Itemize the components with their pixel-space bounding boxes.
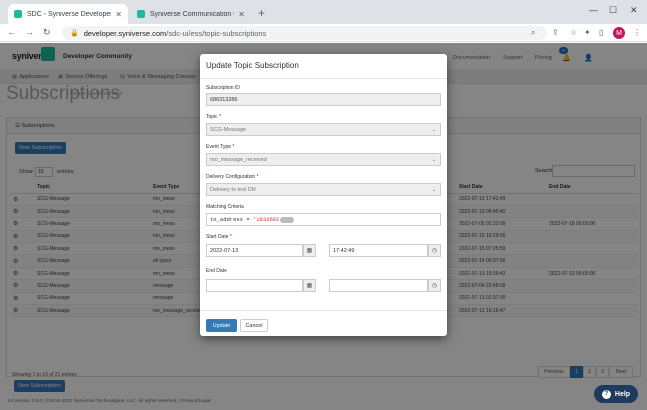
- subscription-id-field: 686313286: [206, 93, 441, 106]
- event-type-value: mo_message_received: [210, 156, 267, 163]
- event-type-label: Event Type *: [206, 144, 234, 150]
- subscription-id-label: Subscription ID: [206, 85, 240, 91]
- required-mark: *: [256, 174, 259, 180]
- redacted-mark: [280, 216, 295, 223]
- delivery-config-label-text: Delivery Configuration: [206, 174, 256, 180]
- url-host: developer.syniverse.com: [83, 28, 167, 38]
- close-tab-icon[interactable]: ✕: [115, 10, 122, 19]
- event-type-select[interactable]: mo_message_received ⌄: [206, 153, 441, 166]
- extensions-icon[interactable]: ✦: [584, 28, 591, 37]
- maximize-icon[interactable]: ☐: [609, 5, 617, 16]
- tab-title: SDC - Syniverse Developer Comm: [27, 10, 112, 18]
- topic-select[interactable]: SCG-Message ⌄: [206, 123, 441, 136]
- modal-title: Update Topic Subscription: [206, 61, 299, 70]
- calendar-icon[interactable]: ▦: [303, 244, 316, 257]
- help-button[interactable]: ? Help: [594, 385, 638, 403]
- end-time-input[interactable]: [329, 279, 428, 292]
- required-mark: *: [219, 114, 222, 120]
- browser-tab-sdc[interactable]: SDC - Syniverse Developer Comm ✕: [8, 4, 128, 24]
- topic-label: Topic *: [206, 114, 221, 120]
- criteria-operator: =: [246, 216, 250, 223]
- topic-label-text: Topic: [206, 114, 218, 120]
- clock-icon[interactable]: ◷: [428, 244, 441, 257]
- chevron-down-icon: ⌄: [431, 157, 436, 163]
- syniverse-favicon-icon: [137, 10, 145, 18]
- delivery-config-label: Delivery Configuration *: [206, 174, 259, 180]
- chevron-down-icon: ⌄: [431, 127, 436, 133]
- url-path: /sdc-ui/ess/topic-subscriptions: [166, 28, 267, 38]
- required-mark: *: [232, 144, 235, 150]
- end-date-label: End Date: [206, 268, 227, 274]
- cancel-button[interactable]: Cancel: [240, 319, 268, 332]
- criteria-key: to_address: [210, 216, 244, 223]
- forward-icon[interactable]: →: [25, 27, 34, 37]
- address-bar[interactable]: 🔒 developer.syniverse.com/sdc-ui/ess/top…: [62, 26, 547, 40]
- modal-footer: Update Cancel: [200, 310, 447, 336]
- required-mark: *: [229, 234, 232, 240]
- calendar-icon[interactable]: ▦: [303, 279, 316, 292]
- delivery-config-select[interactable]: Delivery to test DR ⌄: [206, 183, 441, 196]
- criteria-value: '1833662: [252, 216, 280, 223]
- start-date-input[interactable]: 2022-07-13: [206, 244, 303, 257]
- new-tab-icon[interactable]: +: [258, 6, 265, 20]
- update-button[interactable]: Update: [206, 319, 237, 332]
- close-tab-icon[interactable]: ✕: [238, 10, 245, 19]
- topic-value: SCG-Message: [210, 126, 247, 133]
- reload-icon[interactable]: ↻: [43, 27, 51, 38]
- modal-header: Update Topic Subscription: [200, 54, 447, 79]
- profile-avatar[interactable]: M: [613, 27, 625, 39]
- start-time-input[interactable]: 17:42:49: [329, 244, 428, 257]
- menu-icon[interactable]: ⋮: [633, 28, 641, 37]
- matching-criteria-input[interactable]: to_address = '1833662: [206, 213, 441, 226]
- chevron-down-icon: ⌄: [431, 187, 436, 193]
- update-subscription-modal: Update Topic Subscription Subscription I…: [200, 54, 447, 336]
- lock-icon: 🔒: [70, 30, 79, 37]
- event-type-label-text: Event Type: [206, 144, 231, 150]
- syniverse-favicon-icon: [14, 10, 22, 18]
- help-label: Help: [614, 390, 631, 398]
- clock-icon[interactable]: ◷: [428, 279, 441, 292]
- browser-tabstrip: SDC - Syniverse Developer Comm ✕ Syniver…: [0, 0, 647, 24]
- matching-criteria-label: Matching Criteria: [206, 204, 244, 210]
- minimize-icon[interactable]: —: [589, 5, 598, 15]
- end-date-input[interactable]: [206, 279, 303, 292]
- delivery-config-value: Delivery to test DR: [210, 186, 256, 193]
- browser-tab-scg[interactable]: Syniverse Communication Gatew ✕: [131, 4, 251, 24]
- close-window-icon[interactable]: ✕: [630, 5, 638, 16]
- question-icon: ?: [601, 389, 611, 399]
- start-date-label: Start Date *: [206, 234, 232, 240]
- zoom-icon[interactable]: ⌕: [531, 28, 535, 38]
- side-panel-icon[interactable]: ▯: [599, 28, 603, 37]
- share-icon[interactable]: ⇪: [552, 28, 559, 37]
- back-icon[interactable]: ←: [7, 27, 16, 37]
- tab-title: Syniverse Communication Gatew: [150, 10, 234, 18]
- bookmark-star-icon[interactable]: ☆: [570, 28, 577, 37]
- start-date-label-text: Start Date: [206, 234, 229, 240]
- browser-toolbar: ← → ↻ 🔒 developer.syniverse.com/sdc-ui/e…: [0, 24, 647, 42]
